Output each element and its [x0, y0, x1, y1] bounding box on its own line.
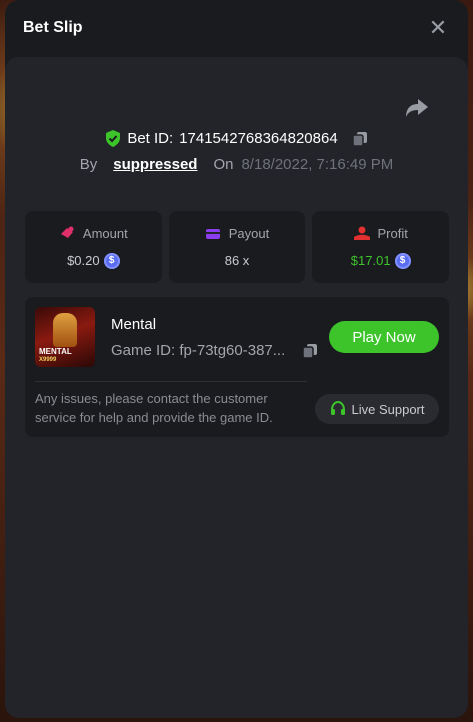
modal-body: Bet ID: 1741542768364820864 By suppresse… [5, 57, 468, 718]
thumb-title: MENTAL [39, 347, 72, 356]
copy-icon[interactable] [351, 131, 368, 147]
headset-icon [330, 401, 345, 415]
profit-label: Profit [377, 225, 408, 241]
game-thumbnail[interactable]: MENTAL X9999 [35, 307, 95, 367]
bet-meta-row: By suppressed On 8/18/2022, 7:16:49 PM [5, 156, 468, 173]
game-card: MENTAL X9999 Mental Game ID: fp-73tg60-3… [25, 297, 449, 437]
game-id: Game ID: fp-73tg60-387... [111, 342, 286, 359]
coin-icon: $ [103, 252, 120, 269]
live-support-button[interactable]: Live Support [315, 394, 439, 424]
play-now-button[interactable]: Play Now [329, 321, 439, 353]
on-label: On [213, 156, 234, 173]
payout-icon [205, 228, 220, 239]
bet-id-row: Bet ID: 1741542768364820864 [5, 130, 468, 147]
close-icon[interactable]: ✕ [426, 15, 450, 40]
payout-label: Payout [228, 226, 270, 241]
profit-card: Profit $17.01 $ [312, 211, 450, 283]
modal-title: Bet Slip [23, 19, 83, 36]
profit-icon [353, 226, 370, 240]
payout-card: Payout 86 x [168, 211, 306, 283]
bet-date: 8/18/2022, 7:16:49 PM [241, 156, 394, 173]
payout-value: 86 x [224, 253, 250, 268]
username-link[interactable]: suppressed [113, 156, 197, 173]
coin-icon: $ [394, 252, 411, 269]
by-label: By [79, 156, 98, 173]
profit-value: $17.01 [350, 253, 391, 268]
amount-label: Amount [82, 225, 128, 241]
bet-id-label: Bet ID: [127, 130, 174, 147]
shield-check-icon [106, 130, 121, 147]
game-name: Mental [111, 316, 157, 333]
amount-icon [60, 226, 74, 238]
stats-row: Amount $0.20 $ Payout 86 x Profit $17.01… [25, 211, 450, 283]
support-text: Any issues, please contact the customer … [35, 391, 273, 425]
share-icon[interactable] [404, 97, 430, 119]
bet-slip-modal: Bet Slip ✕ Bet ID: 1741542768364820864 B… [5, 0, 468, 718]
modal-header: Bet Slip ✕ [5, 0, 468, 56]
bet-id-value: 1741542768364820864 [179, 130, 338, 147]
amount-value: $0.20 [67, 253, 100, 268]
amount-card: Amount $0.20 $ [25, 211, 162, 283]
thumb-sub: X9999 [39, 357, 57, 363]
live-support-label: Live Support [351, 401, 425, 417]
divider [35, 381, 307, 382]
copy-icon[interactable] [302, 343, 318, 359]
